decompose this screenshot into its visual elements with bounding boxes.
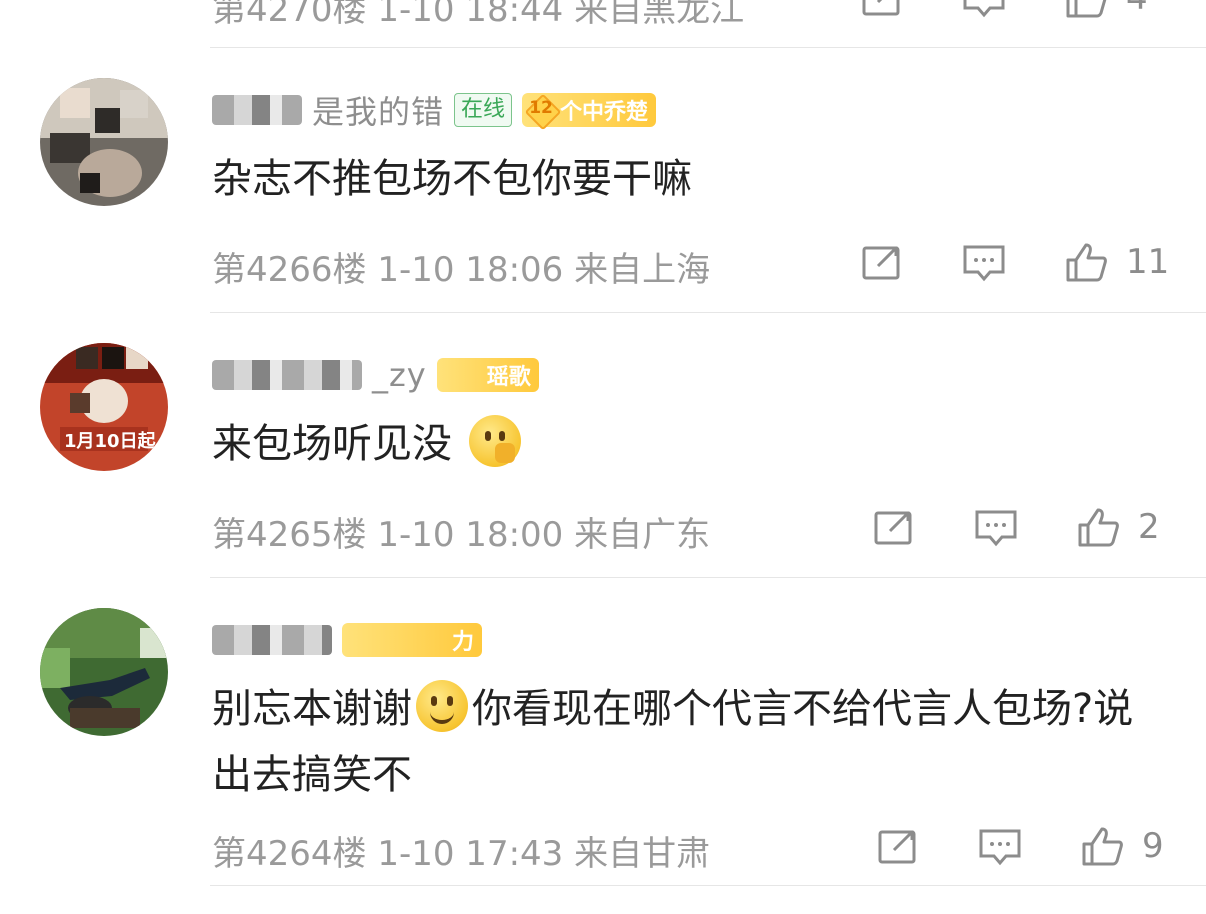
username[interactable]: 是我的错 在线 12 个中乔楚 [212,88,657,132]
comment-text-part1: 别忘本谢谢 [212,686,412,732]
avatar[interactable] [40,78,168,206]
fan-badge[interactable]: 12 个中乔楚 [522,93,657,127]
thinking-emoji-icon [468,415,521,467]
like-count: 2 [1138,507,1160,547]
like-icon[interactable] [1076,507,1120,547]
username[interactable]: _zy 瑶歌 [212,353,539,397]
avatar-caption: 1月10日起 [64,431,156,452]
like-icon[interactable] [1080,826,1124,866]
like-count: 9 [1142,826,1164,866]
username-blur [212,625,332,655]
comment-text: 别忘本谢谢 你看现在哪个代言不给代言人包场?说出去搞笑不 [212,676,1172,808]
like-icon[interactable] [1064,242,1108,282]
comment-text-body: 来包场听见没 [212,421,452,467]
comment-text: 来包场听见没 [212,411,1172,477]
username-text: _zy [372,356,427,394]
comment-icon[interactable] [962,0,1006,18]
like-icon[interactable] [1064,0,1108,18]
comment-icon[interactable] [962,242,1006,282]
comment-icon[interactable] [974,507,1018,547]
comment-icon[interactable] [978,826,1022,866]
fan-badge-label: 瑶歌 [486,365,531,390]
share-icon[interactable] [876,826,920,866]
username[interactable]: 力 [212,618,483,662]
like-count: 4 [1126,0,1148,18]
comment-meta: 第4265楼 1-10 18:00 来自广东 [212,515,711,555]
username-blur [212,95,302,125]
fan-level: 12 [529,98,553,118]
share-icon[interactable] [860,242,904,282]
comment-meta: 第4266楼 1-10 18:06 来自上海 [212,250,711,290]
fan-badge[interactable]: 力 [342,623,483,657]
avatar[interactable] [40,608,168,736]
username-text: 是我的错 [312,93,445,131]
fan-badge-label: 力 [452,630,475,655]
level-diamond-icon: 12 [526,95,556,125]
share-icon[interactable] [872,507,916,547]
fan-badge-label: 个中乔楚 [560,100,649,125]
online-badge: 在线 [454,93,513,127]
username-blur [212,360,362,390]
comment-meta: 第4264楼 1-10 17:43 来自甘肃 [212,834,711,874]
share-icon[interactable] [860,0,904,18]
like-count: 11 [1126,242,1170,282]
comment-meta: 第4270楼 1-10 18:44 来自黑龙江 [212,0,745,30]
avatar[interactable]: 1月10日起 [40,343,168,471]
smile-emoji-icon [416,680,468,732]
comment-text: 杂志不推包场不包你要干嘛 [212,156,692,202]
fan-badge[interactable]: 瑶歌 [436,358,539,392]
